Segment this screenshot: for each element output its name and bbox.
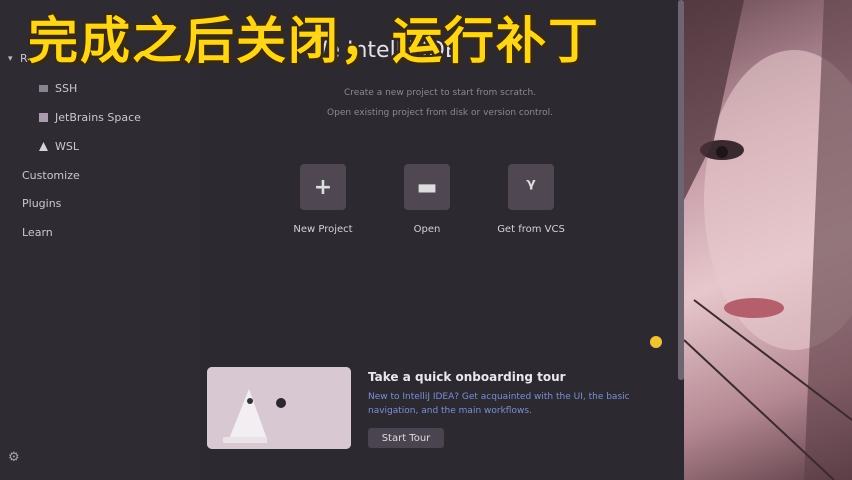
welcome-line-2: Open existing project from disk or versi… — [327, 108, 553, 118]
open-button[interactable]: ▬ Open — [382, 164, 472, 235]
plus-icon: + — [300, 164, 346, 210]
sidebar-item-space[interactable]: JetBrains Space — [38, 111, 141, 124]
sidebar-item-customize[interactable]: Customize — [22, 169, 80, 182]
welcome-line-1: Create a new project to start from scrat… — [343, 88, 537, 98]
folder-icon: ▬ — [404, 164, 450, 210]
sidebar-item-plugins[interactable]: Plugins — [22, 197, 61, 210]
portrait-art-icon — [684, 0, 852, 480]
tour-image-icon — [207, 367, 351, 449]
linux-icon — [39, 142, 48, 151]
ssh-icon — [39, 85, 48, 92]
tour-description: New to IntelliJ IDEA? Get acquainted wit… — [368, 392, 630, 416]
gear-icon[interactable]: ⚙ — [8, 450, 20, 465]
sidebar-item-wsl[interactable]: WSL — [38, 140, 79, 153]
space-icon — [39, 113, 48, 122]
tour-title: Take a quick onboarding tour — [368, 370, 566, 384]
sidebar-item-learn[interactable]: Learn — [22, 226, 53, 239]
open-label: Open — [413, 224, 441, 235]
portrait-image — [684, 0, 852, 480]
sidebar-item-ssh[interactable]: SSH — [38, 82, 77, 95]
notification-dot — [650, 336, 662, 348]
onboarding-illustration — [207, 367, 351, 449]
new-project-button[interactable]: + New Project — [278, 164, 368, 235]
start-tour-button[interactable]: Start Tour — [368, 428, 444, 448]
new-project-label: New Project — [293, 224, 353, 235]
get-from-vcs-label: Get from VCS — [497, 224, 565, 235]
vcs-icon: ᵞ — [508, 164, 554, 210]
chevron-down-icon[interactable]: ▾ — [8, 54, 13, 64]
get-from-vcs-button[interactable]: ᵞ Get from VCS — [486, 164, 576, 235]
overlay-caption: 完成之后关闭，运行补丁 — [28, 12, 600, 70]
